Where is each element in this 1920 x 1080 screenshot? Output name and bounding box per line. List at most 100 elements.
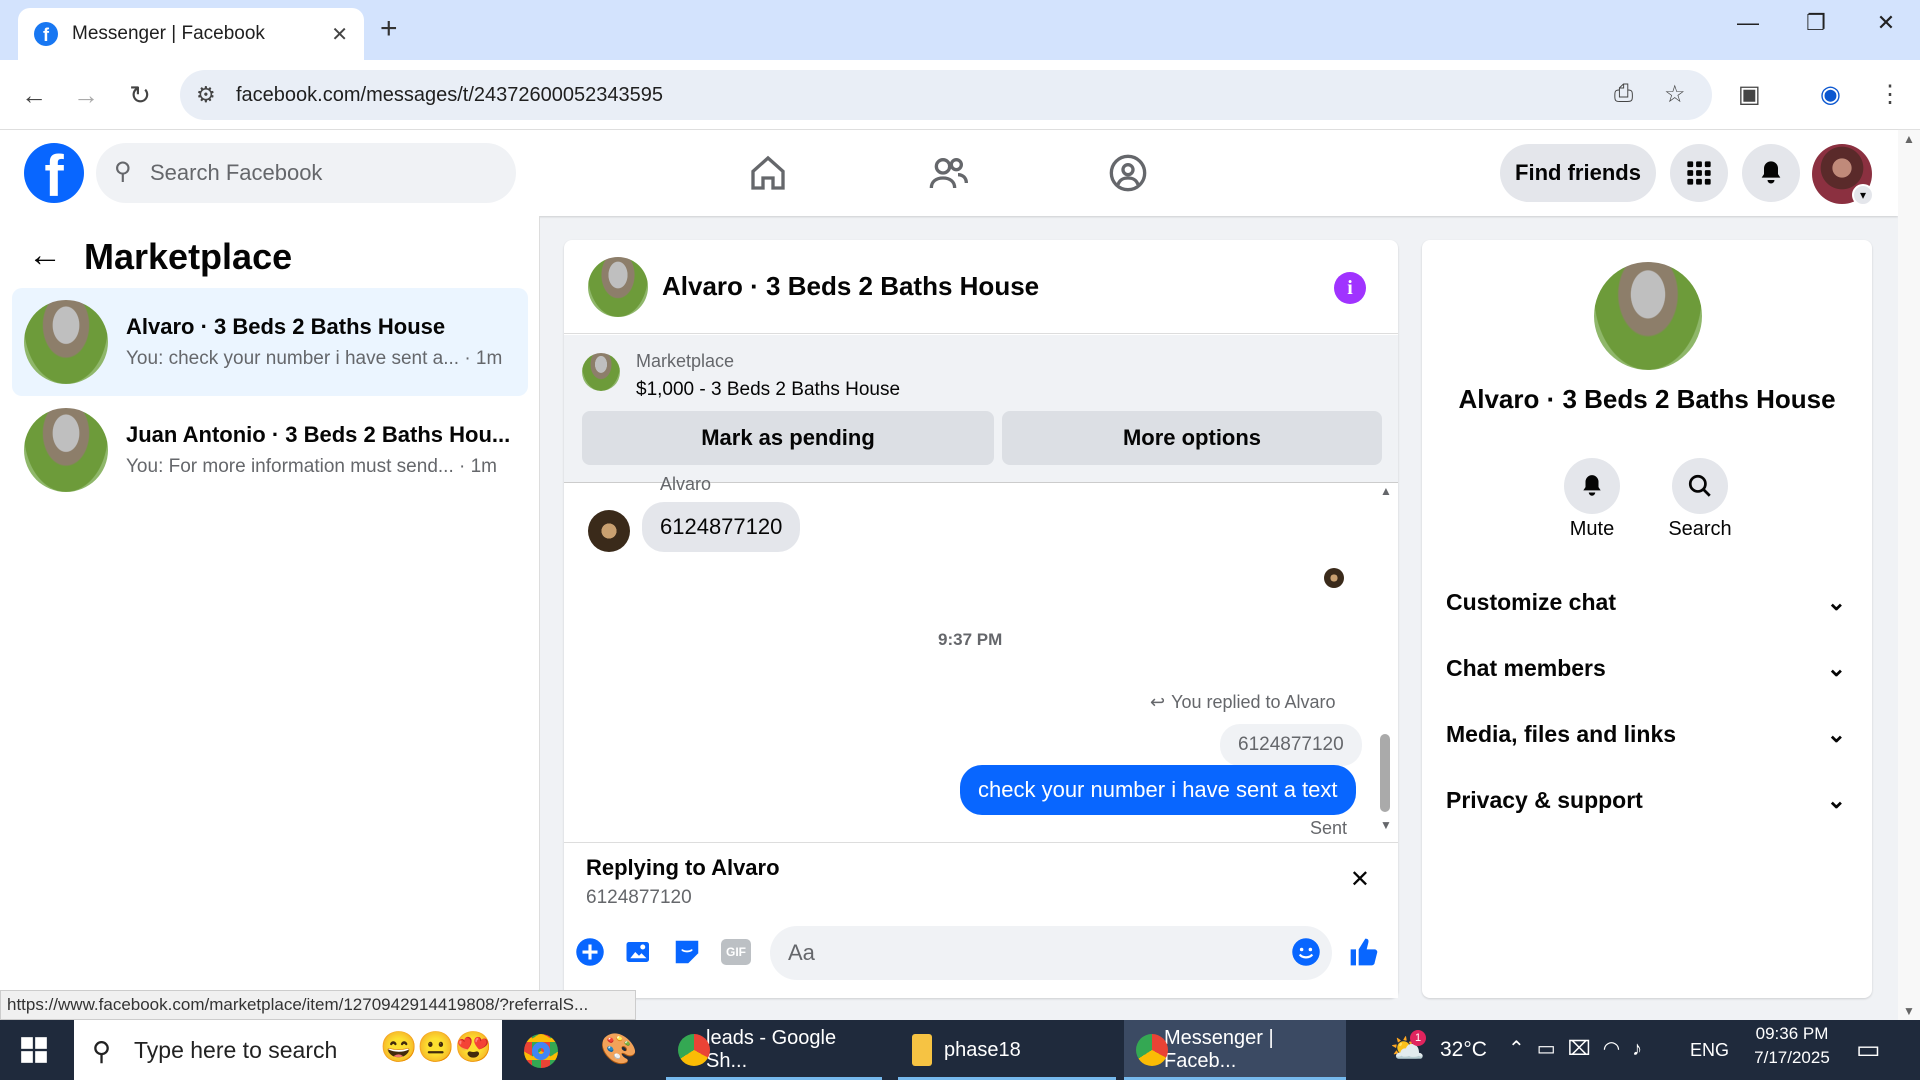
- site-info-icon[interactable]: ⚙: [196, 82, 216, 108]
- listing-price: $1,000 - 3 Beds 2 Baths House: [636, 379, 901, 400]
- taskbar-app-label: phase18: [944, 1038, 1021, 1061]
- search-icon: ⚲: [114, 158, 132, 185]
- search-icon: ⚲: [92, 1036, 112, 1066]
- tab-title: Messenger | Facebook: [72, 23, 265, 44]
- chat-members-row[interactable]: Chat members ⌄: [1446, 646, 1846, 690]
- chevron-down-icon: ⌄: [1826, 588, 1846, 615]
- more-options-button[interactable]: More options: [1002, 411, 1382, 465]
- mark-as-pending-button[interactable]: Mark as pending: [582, 411, 994, 465]
- minimize-button[interactable]: —: [1728, 10, 1768, 36]
- gif-icon[interactable]: GIF: [720, 936, 752, 968]
- url-text: facebook.com/messages/t/2437260005234359…: [236, 83, 663, 106]
- reload-icon[interactable]: ↻: [122, 80, 158, 111]
- plus-circle-icon[interactable]: [574, 936, 606, 968]
- account-avatar[interactable]: ▾: [1812, 144, 1874, 206]
- forward-arrow-icon[interactable]: →: [68, 80, 104, 111]
- listing-thumbnail: [24, 408, 108, 492]
- scroll-up-icon[interactable]: ▲: [1903, 132, 1915, 146]
- mute-bell-icon[interactable]: [1564, 458, 1620, 514]
- install-app-icon[interactable]: ⎙: [1614, 80, 1633, 108]
- menu-dots-icon[interactable]: ⋮: [1878, 80, 1902, 109]
- taskbar-search-input[interactable]: ⚲ Type here to search 😄😐😍: [74, 1020, 502, 1080]
- replying-quote: 6124877120: [586, 887, 692, 908]
- facebook-search-input[interactable]: ⚲ Search Facebook: [96, 143, 516, 203]
- message-input[interactable]: Aa: [770, 926, 1332, 980]
- reply-bar: Replying to Alvaro 6124877120 ✕: [564, 842, 1398, 930]
- close-reply-icon[interactable]: ✕: [1350, 865, 1370, 894]
- status-link-tooltip: https://www.facebook.com/marketplace/ite…: [0, 990, 636, 1020]
- scroll-thumb[interactable]: [1380, 734, 1390, 812]
- conversation-preview: You: For more information must send... ·…: [126, 456, 498, 477]
- chat-header[interactable]: Alvaro · 3 Beds 2 Baths House: [564, 240, 1398, 334]
- chrome-icon: [678, 1034, 710, 1066]
- groups-icon[interactable]: [1102, 150, 1154, 196]
- photo-icon[interactable]: [623, 936, 655, 968]
- section-label: Customize chat: [1446, 588, 1616, 615]
- customize-chat-row[interactable]: Customize chat ⌄: [1446, 580, 1846, 624]
- bookmark-star-icon[interactable]: ☆: [1664, 80, 1686, 109]
- chrome-app-icon[interactable]: [524, 1034, 558, 1068]
- notification-center-icon[interactable]: ▭: [1856, 1034, 1881, 1065]
- paint-app-icon[interactable]: 🎨: [600, 1032, 637, 1067]
- info-icon[interactable]: i: [1334, 272, 1366, 304]
- search-label: Search: [1668, 518, 1732, 540]
- home-icon[interactable]: [742, 150, 794, 196]
- scroll-down-icon[interactable]: ▼: [1903, 1004, 1915, 1018]
- folder-icon: [912, 1034, 932, 1066]
- back-arrow-icon[interactable]: ←: [28, 236, 62, 275]
- incoming-message[interactable]: 6124877120: [642, 502, 801, 552]
- conversation-item[interactable]: Alvaro · 3 Beds 2 Baths House You: check…: [12, 288, 528, 396]
- thumbs-up-icon[interactable]: [1348, 936, 1380, 968]
- chevron-down-icon: ⌄: [1826, 786, 1846, 813]
- search-icon[interactable]: [1672, 458, 1728, 514]
- scroll-up-icon[interactable]: ▲: [1380, 484, 1392, 498]
- section-label: Chat members: [1446, 654, 1606, 681]
- close-window-button[interactable]: ✕: [1866, 10, 1906, 36]
- message-timestamp: 9:37 PM: [938, 630, 1003, 649]
- page-scrollbar[interactable]: ▲ ▼: [1898, 130, 1920, 1020]
- quoted-message[interactable]: 6124877120: [1220, 724, 1362, 766]
- new-tab-button[interactable]: +: [380, 12, 398, 46]
- tab-close-icon[interactable]: ✕: [331, 22, 348, 47]
- facebook-logo[interactable]: f: [24, 143, 84, 203]
- taskbar-app-folder[interactable]: phase18: [898, 1020, 1116, 1080]
- taskbar-app-messenger[interactable]: Messenger | Faceb...: [1124, 1020, 1346, 1080]
- clock-date: 7/17/2025: [1754, 1048, 1830, 1067]
- chat-scrollbar[interactable]: ▲ ▼: [1378, 484, 1392, 832]
- media-files-links-row[interactable]: Media, files and links ⌄: [1446, 712, 1846, 756]
- profile-icon[interactable]: ◉: [1820, 80, 1841, 109]
- find-friends-button[interactable]: Find friends: [1500, 144, 1656, 202]
- outgoing-message[interactable]: check your number i have sent a text: [960, 765, 1356, 815]
- privacy-support-row[interactable]: Privacy & support ⌄: [1446, 778, 1846, 822]
- menu-grid-icon[interactable]: [1670, 144, 1728, 202]
- reply-arrow-icon: ↩: [1150, 692, 1166, 712]
- conversation-item[interactable]: Juan Antonio · 3 Beds 2 Baths Hou... You…: [12, 396, 528, 504]
- taskbar-app-sheets[interactable]: leads - Google Sh...: [666, 1020, 882, 1080]
- listing-thumbnail: [582, 353, 620, 391]
- scroll-down-icon[interactable]: ▼: [1380, 818, 1392, 832]
- emoji-icon[interactable]: [1290, 936, 1322, 968]
- search-placeholder: Search Facebook: [150, 160, 323, 185]
- clock-time: 09:36 PM: [1755, 1024, 1829, 1043]
- chat-info-name: Alvaro · 3 Beds 2 Baths House: [1458, 384, 1836, 414]
- chevron-down-icon: ⌄: [1826, 720, 1846, 747]
- restore-button[interactable]: ❐: [1796, 10, 1836, 36]
- chat-title: Alvaro · 3 Beds 2 Baths House: [662, 271, 1040, 301]
- chat-profile-image: [1594, 262, 1702, 370]
- language-indicator[interactable]: ENG: [1690, 1040, 1729, 1061]
- browser-tab[interactable]: f Messenger | Facebook ✕: [18, 8, 364, 60]
- chevron-down-icon: ▾: [1852, 184, 1874, 206]
- back-arrow-icon[interactable]: ←: [16, 80, 52, 111]
- notifications-bell-icon[interactable]: [1742, 144, 1800, 202]
- friends-icon[interactable]: [922, 150, 974, 196]
- sticker-icon[interactable]: [671, 936, 703, 968]
- clock[interactable]: 09:36 PM 7/17/2025: [1748, 1024, 1836, 1068]
- chevron-down-icon: ⌄: [1826, 654, 1846, 681]
- mute-label: Mute: [1569, 518, 1615, 540]
- system-tray-icons[interactable]: ⌃▭⌧◠♪: [1508, 1036, 1654, 1061]
- replied-text: You replied to Alvaro: [1171, 692, 1336, 712]
- windows-start-icon[interactable]: [20, 1036, 48, 1069]
- tab-search-icon[interactable]: ▣: [1738, 80, 1761, 109]
- address-bar[interactable]: ⚙ facebook.com/messages/t/24372600052343…: [180, 70, 1712, 120]
- taskbar-app-label: leads - Google Sh...: [706, 1027, 837, 1072]
